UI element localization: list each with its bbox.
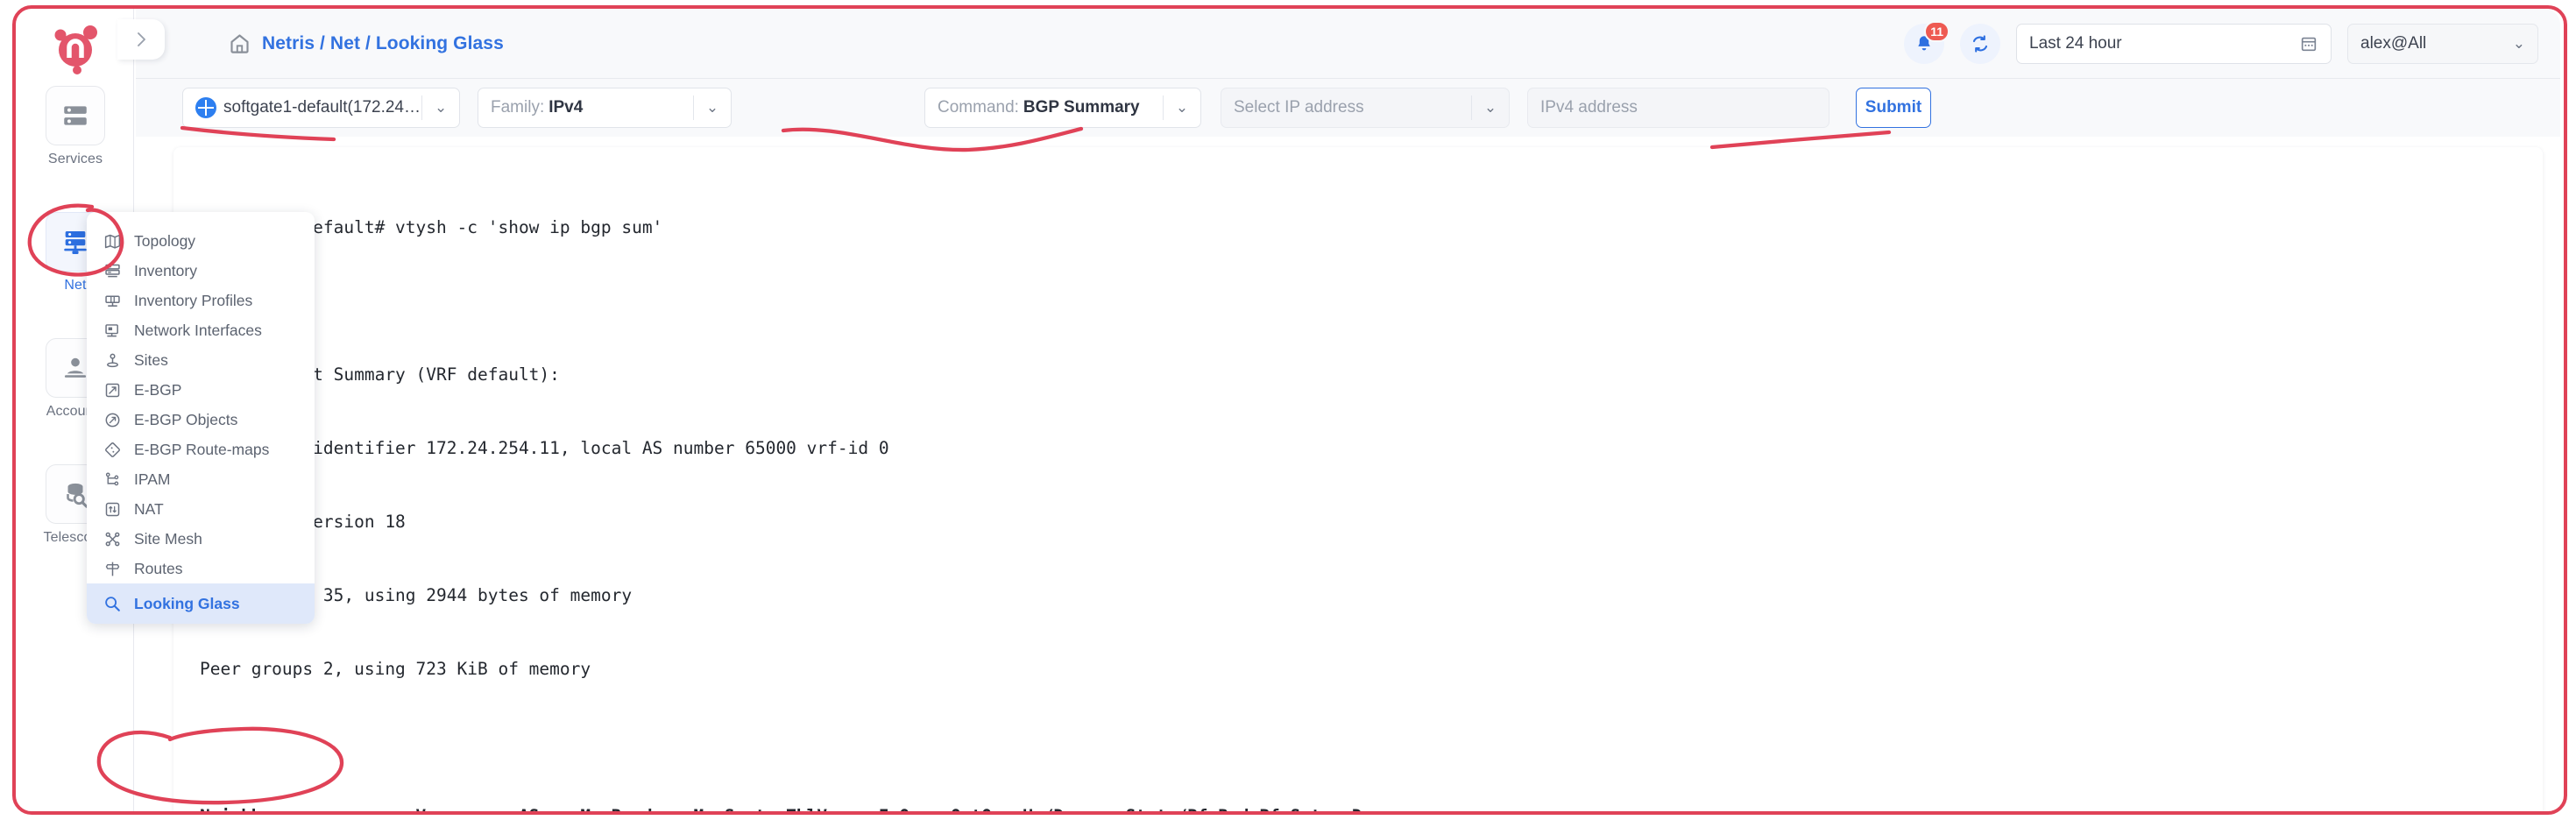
command-select[interactable]: Command: BGP Summary ⌄ — [924, 88, 1201, 128]
terminal-output: softgate1-default# vtysh -c 'show ip bgp… — [200, 166, 1660, 811]
terminal-line: softgate1-default# vtysh -c 'show ip bgp… — [200, 216, 1660, 240]
home-icon[interactable] — [228, 32, 251, 55]
command-value: BGP Summary — [1023, 98, 1140, 117]
menu-item-label: Network Interfaces — [134, 322, 262, 340]
server-icon — [60, 101, 90, 131]
ipv4-placeholder: IPv4 address — [1540, 98, 1638, 117]
command-label: Command: — [938, 98, 1019, 117]
ip-address-placeholder: Select IP address — [1234, 98, 1364, 117]
terminal-line — [200, 289, 1660, 314]
menu-item-inventory-profiles[interactable]: Inventory Profiles — [87, 286, 315, 315]
refresh-icon — [1970, 33, 1991, 54]
terminal-line — [200, 731, 1660, 755]
search-icon — [103, 594, 122, 613]
device-select[interactable]: softgate1-default(172.24.... ⌄ — [182, 88, 460, 128]
ipv4-address-input[interactable]: IPv4 address — [1527, 88, 1829, 128]
menu-item-label: Inventory — [134, 262, 197, 280]
mesh-icon — [103, 529, 122, 548]
sidebar-item-services[interactable]: Services — [33, 86, 117, 167]
notifications-button[interactable]: 11 — [1904, 24, 1944, 64]
family-value: IPv4 — [548, 98, 583, 117]
menu-item-label: IPAM — [134, 470, 171, 489]
header-actions: 11 Last 24 hour — [1904, 24, 2538, 64]
family-select[interactable]: Family: IPv4 ⌄ — [478, 88, 732, 128]
monitor-icon — [103, 321, 122, 340]
chevron-down-icon[interactable]: ⌄ — [422, 99, 459, 117]
menu-item-e-bgp[interactable]: E-BGP — [87, 375, 315, 405]
rack-icon — [103, 261, 122, 280]
chevron-down-icon[interactable]: ⌄ — [1164, 99, 1200, 117]
top-header: Netris / Net / Looking Glass 11 La — [136, 9, 2560, 79]
menu-item-topology[interactable]: Topology — [87, 226, 315, 256]
menu-item-e-bgp-route-maps[interactable]: E-BGP Route-maps — [87, 435, 315, 464]
sidebar-collapse-toggle[interactable] — [117, 19, 165, 60]
menu-item-label: Topology — [134, 232, 195, 251]
chevron-down-icon[interactable]: ⌄ — [694, 99, 731, 117]
menu-item-label: E-BGP — [134, 381, 181, 399]
menu-item-label: Routes — [134, 560, 182, 578]
profile-icon — [103, 291, 122, 310]
notification-count: 11 — [1924, 21, 1950, 42]
menu-item-label: E-BGP Route-maps — [134, 441, 269, 459]
menu-item-network-interfaces[interactable]: Network Interfaces — [87, 315, 315, 345]
tree-icon — [103, 470, 122, 489]
chevron-right-icon — [135, 29, 148, 50]
looking-glass-filter-bar: softgate1-default(172.24.... ⌄ Family: I… — [136, 79, 2560, 137]
terminal-line: Peer groups 2, using 723 KiB of memory — [200, 657, 1660, 682]
terminal-line: BGP table version 18 — [200, 510, 1660, 534]
signpost-icon — [103, 559, 122, 578]
menu-item-label: Looking Glass — [134, 595, 240, 613]
netris-logo[interactable] — [48, 21, 103, 75]
sidebar-item-label: Services — [33, 152, 117, 167]
net-submenu-flyout: Topology Inventory — [87, 212, 315, 624]
telescope-search-icon — [60, 479, 90, 509]
menu-item-site-mesh[interactable]: Site Mesh — [87, 524, 315, 554]
date-range-picker[interactable]: Last 24 hour — [2016, 24, 2332, 64]
terminal-line: RIB entries 35, using 2944 bytes of memo… — [200, 583, 1660, 608]
menu-item-label: Site Mesh — [134, 530, 202, 548]
terminal-table-header: Neighbor V AS MsgRcvd MsgSent TblVer InQ… — [200, 804, 1660, 811]
diamond-icon — [103, 440, 122, 459]
user-scope-select[interactable]: alex@All ⌄ — [2347, 24, 2538, 64]
refresh-button[interactable] — [1960, 24, 2000, 64]
terminal-line: IPv4 Unicast Summary (VRF default): — [200, 363, 1660, 387]
menu-item-sites[interactable]: Sites — [87, 345, 315, 375]
chevron-down-icon[interactable]: ⌄ — [1472, 99, 1509, 117]
arrows-circle-icon — [103, 410, 122, 429]
user-scope-value: alex@All — [2360, 34, 2426, 53]
menu-item-inventory[interactable]: Inventory — [87, 256, 315, 286]
looking-glass-output-panel: softgate1-default# vtysh -c 'show ip bgp… — [173, 147, 2543, 811]
menu-item-e-bgp-objects[interactable]: E-BGP Objects — [87, 405, 315, 435]
terminal-line: BGP router identifier 172.24.254.11, loc… — [200, 436, 1660, 461]
device-select-value: softgate1-default(172.24.... — [223, 98, 421, 117]
menu-item-label: Inventory Profiles — [134, 292, 252, 310]
submit-button[interactable]: Submit — [1856, 88, 1931, 128]
menu-item-label: Sites — [134, 351, 168, 370]
breadcrumb-text[interactable]: Netris / Net / Looking Glass — [262, 33, 504, 54]
user-icon — [60, 353, 90, 383]
calendar-icon[interactable] — [2299, 34, 2318, 53]
map-icon — [103, 231, 122, 251]
family-label: Family: — [491, 98, 544, 117]
services-icon-box — [46, 86, 105, 145]
menu-item-label: E-BGP Objects — [134, 411, 237, 429]
menu-item-ipam[interactable]: IPAM — [87, 464, 315, 494]
menu-item-nat[interactable]: NAT — [87, 494, 315, 524]
ip-address-select[interactable]: Select IP address ⌄ — [1221, 88, 1510, 128]
globe-icon — [195, 97, 216, 118]
chevron-down-icon[interactable]: ⌄ — [2513, 35, 2525, 53]
menu-item-looking-glass[interactable]: Looking Glass — [87, 583, 315, 624]
network-icon — [60, 227, 90, 257]
nat-icon — [103, 499, 122, 519]
date-range-value: Last 24 hour — [2029, 34, 2122, 53]
breadcrumb[interactable]: Netris / Net / Looking Glass — [228, 32, 504, 55]
menu-item-routes[interactable]: Routes — [87, 554, 315, 583]
pin-icon — [103, 350, 122, 370]
menu-item-label: NAT — [134, 500, 164, 519]
arrows-box-icon — [103, 380, 122, 399]
